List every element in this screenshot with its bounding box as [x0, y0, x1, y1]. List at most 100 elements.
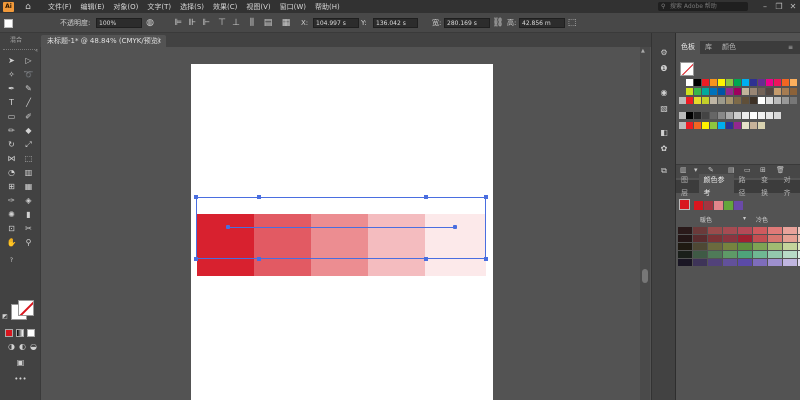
variation-swatch[interactable] — [708, 251, 722, 258]
mesh-tool-icon[interactable]: ⊞ — [5, 181, 18, 193]
transparency-icon[interactable]: ◧ — [657, 127, 671, 139]
panel-grip[interactable] — [3, 49, 37, 52]
color-swatch[interactable] — [734, 112, 741, 119]
color-swatch[interactable] — [694, 79, 701, 86]
screen-mode-icon[interactable]: ▣ — [14, 357, 27, 369]
variation-swatch[interactable] — [783, 259, 797, 266]
minimize-icon[interactable]: – — [758, 2, 772, 11]
selection-tool-icon[interactable]: ➤ — [5, 55, 18, 67]
color-swatch[interactable] — [790, 88, 797, 95]
tab-color[interactable]: 颜色 — [717, 41, 741, 54]
menu-object[interactable]: 对象(O) — [113, 2, 138, 12]
color-group-folder-icon[interactable] — [679, 122, 686, 129]
color-swatch[interactable] — [726, 122, 733, 129]
color-swatch[interactable] — [734, 97, 741, 104]
blend-tool-icon[interactable]: ◈ — [22, 195, 35, 207]
none-mode-button[interactable] — [27, 329, 35, 337]
vertical-scrollbar[interactable]: ▲ — [640, 47, 650, 400]
eraser-tool-icon[interactable]: ◆ — [22, 125, 35, 137]
color-swatch[interactable] — [702, 88, 709, 95]
color-swatch[interactable] — [742, 97, 749, 104]
variation-swatch[interactable] — [723, 251, 737, 258]
canvas-area[interactable] — [41, 47, 640, 400]
collapse-icon[interactable]: « — [35, 48, 38, 54]
tab-layers[interactable]: 图层 — [676, 174, 699, 200]
variation-swatch[interactable] — [768, 235, 782, 242]
selection-handle[interactable] — [194, 257, 198, 261]
scrollbar-thumb[interactable] — [642, 269, 648, 283]
color-swatch[interactable] — [750, 79, 757, 86]
selection-handle[interactable] — [424, 195, 428, 199]
variation-swatch[interactable] — [693, 251, 707, 258]
color-swatch[interactable] — [718, 88, 725, 95]
align-to-icon[interactable]: ▤ — [262, 17, 274, 29]
color-swatch[interactable] — [726, 97, 733, 104]
variation-swatch[interactable] — [678, 235, 692, 242]
help-search-input[interactable]: ⚲ 搜索 Adobe 帮助 — [658, 2, 748, 11]
menu-help[interactable]: 帮助(H) — [315, 2, 340, 12]
color-swatch[interactable] — [742, 112, 749, 119]
appearance-icon[interactable]: ◉ — [657, 87, 671, 99]
selection-bounding-box[interactable] — [196, 197, 486, 259]
y-field[interactable]: 136.042 s — [373, 18, 418, 28]
menu-select[interactable]: 选择(S) — [180, 2, 204, 12]
spine-anchor[interactable] — [226, 225, 230, 229]
color-swatch[interactable] — [702, 79, 709, 86]
tab-libraries[interactable]: 库 — [700, 41, 717, 54]
color-swatch[interactable] — [726, 88, 733, 95]
opacity-field[interactable]: 100% — [96, 18, 142, 28]
transform-icon[interactable]: ⬚ — [566, 17, 578, 29]
menu-type[interactable]: 文字(T) — [147, 2, 171, 12]
color-swatch[interactable] — [766, 88, 773, 95]
color-swatch[interactable] — [686, 79, 693, 86]
variation-swatch[interactable] — [738, 251, 752, 258]
color-swatch[interactable] — [734, 122, 741, 129]
menu-effect[interactable]: 效果(C) — [213, 2, 237, 12]
shape-builder-tool-icon[interactable]: ◔ — [5, 167, 18, 179]
menu-view[interactable]: 视图(V) — [246, 2, 270, 12]
variation-swatch[interactable] — [678, 251, 692, 258]
color-swatch[interactable] — [758, 97, 765, 104]
color-swatch[interactable] — [686, 97, 693, 104]
hand-tool-icon[interactable]: ✋ — [5, 237, 18, 249]
variation-swatch[interactable] — [693, 227, 707, 234]
direct-selection-tool-icon[interactable]: ▷ — [22, 55, 35, 67]
color-swatch[interactable] — [782, 97, 789, 104]
align-left-icon[interactable]: ⊫ — [172, 17, 184, 29]
selection-handle[interactable] — [257, 257, 261, 261]
magic-wand-tool-icon[interactable]: ✧ — [5, 69, 18, 81]
color-swatch[interactable] — [710, 97, 717, 104]
slice-tool-icon[interactable]: ✂ — [22, 223, 35, 235]
shaper-tool-icon[interactable]: ✏ — [5, 125, 18, 137]
variation-swatch[interactable] — [753, 251, 767, 258]
stroke-swatch-small[interactable] — [4, 19, 13, 28]
variation-swatch[interactable] — [783, 251, 797, 258]
variation-swatch[interactable] — [708, 243, 722, 250]
properties-icon[interactable]: ⚙ — [657, 47, 671, 59]
color-swatch[interactable] — [718, 122, 725, 129]
reference-point-icon[interactable]: ▦ — [280, 17, 292, 29]
color-swatch[interactable] — [774, 88, 781, 95]
x-field[interactable]: 104.997 s — [313, 18, 359, 28]
color-swatch[interactable] — [750, 112, 757, 119]
menu-edit[interactable]: 编辑(E) — [81, 2, 105, 12]
gradient-mode-button[interactable] — [16, 329, 24, 337]
color-swatch[interactable] — [790, 97, 797, 104]
variation-swatch[interactable] — [768, 259, 782, 266]
variation-swatch[interactable] — [783, 243, 797, 250]
variation-swatch[interactable] — [693, 243, 707, 250]
recolor-icon[interactable]: ◍ — [144, 17, 156, 29]
default-colors-icon[interactable]: ◩ — [1, 311, 9, 323]
distribute-icon[interactable]: ⫼ — [246, 17, 258, 29]
fill-stroke-widget[interactable]: ◩ — [1, 297, 36, 327]
color-swatch[interactable] — [790, 79, 797, 86]
paintbrush-tool-icon[interactable]: ✐ — [22, 111, 35, 123]
tab-transform[interactable]: 变换 — [756, 174, 779, 200]
info-icon[interactable]: ❶ — [657, 63, 671, 75]
color-swatch[interactable] — [726, 112, 733, 119]
variation-swatch[interactable] — [708, 227, 722, 234]
variation-swatch[interactable] — [768, 227, 782, 234]
color-swatch[interactable] — [694, 88, 701, 95]
blend-spine[interactable] — [228, 227, 455, 228]
variation-swatch[interactable] — [738, 235, 752, 242]
